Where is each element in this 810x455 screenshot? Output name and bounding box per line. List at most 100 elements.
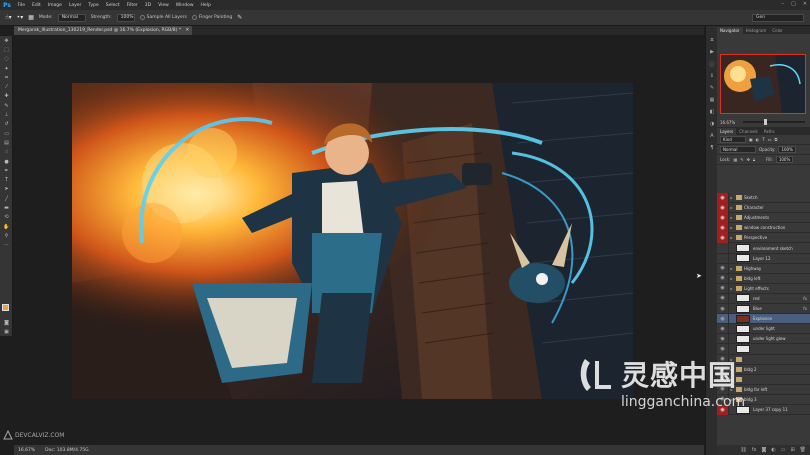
navigator-zoom-knob[interactable] xyxy=(764,119,768,125)
layer-row[interactable]: ◉ red fx xyxy=(717,293,810,305)
workspace-select[interactable]: Gen xyxy=(752,14,804,22)
lock-position-icon[interactable]: ✥ xyxy=(747,157,750,162)
path-select-tool-icon[interactable]: ➤ xyxy=(0,185,13,194)
new-adjustment-icon[interactable]: ◐ xyxy=(771,447,775,453)
filter-smart-icon[interactable]: ⧉ xyxy=(775,137,778,142)
visibility-eye-icon[interactable]: ◉ xyxy=(717,193,729,203)
quick-select-tool-icon[interactable]: ✦ xyxy=(0,64,13,73)
visibility-eye-icon[interactable]: ◉ xyxy=(717,232,729,243)
navigator-view-box[interactable] xyxy=(720,54,806,114)
expand-arrow-icon[interactable]: ▸ xyxy=(729,215,734,220)
crop-tool-icon[interactable]: ⌗ xyxy=(0,73,13,82)
menu-window[interactable]: Window xyxy=(172,3,197,8)
menu-file[interactable]: File xyxy=(14,3,29,8)
eraser-tool-icon[interactable]: ▭ xyxy=(0,129,13,138)
smudge-tool-icon[interactable]: ☝ xyxy=(0,148,13,157)
3d-tool-icon[interactable]: ⟲ xyxy=(0,213,13,222)
layer-row[interactable]: ◉ ▸ window construction xyxy=(717,222,810,234)
mode-select[interactable]: Normal xyxy=(57,13,86,22)
type-tool-icon[interactable]: T xyxy=(0,175,13,184)
lock-transparent-icon[interactable]: ▦ xyxy=(733,157,737,162)
expand-arrow-icon[interactable]: ▸ xyxy=(729,276,734,281)
filter-shape-icon[interactable]: ▭ xyxy=(768,137,772,142)
smudge-tool-preset-icon[interactable]: ☝▾ xyxy=(5,14,12,21)
pen-tool-icon[interactable]: ✒ xyxy=(0,166,13,175)
brush-preset-icon[interactable]: •▾ xyxy=(17,14,24,21)
menu-edit[interactable]: Edit xyxy=(29,3,45,8)
layer-fx-icon[interactable]: fx xyxy=(803,306,807,311)
visibility-eye-icon[interactable]: ◉ xyxy=(717,303,729,314)
eyedropper-tool-icon[interactable]: ⁄ xyxy=(0,82,13,91)
delete-layer-icon[interactable]: 🗑︎ xyxy=(800,447,806,453)
new-layer-icon[interactable]: ⊞ xyxy=(790,447,794,453)
filter-type-icon[interactable]: T xyxy=(762,137,764,142)
restore-button[interactable]: □ xyxy=(791,1,796,7)
strength-input[interactable]: 100% xyxy=(116,13,135,22)
layer-row[interactable]: ◉ under light glow xyxy=(717,333,810,345)
lock-all-icon[interactable]: 🔒︎ xyxy=(753,157,755,162)
visibility-eye-icon[interactable]: ◉ xyxy=(717,273,729,284)
foreground-color-swatch[interactable] xyxy=(2,304,9,311)
minimize-button[interactable]: – xyxy=(782,1,785,7)
tab-channels[interactable]: Channels xyxy=(736,128,761,135)
pressure-icon[interactable]: ✎ xyxy=(237,14,242,21)
visibility-eye-icon[interactable]: ◉ xyxy=(717,283,729,294)
expand-arrow-icon[interactable]: ▸ xyxy=(729,286,734,291)
layer-row[interactable]: ◉ ▸ Character xyxy=(717,202,810,214)
layer-row[interactable]: ◉ ▸ Adjustments xyxy=(717,212,810,224)
navigator-thumbnail[interactable] xyxy=(720,54,806,114)
more-tools-icon[interactable]: ⋯ xyxy=(0,241,13,250)
visibility-eye-icon[interactable]: ◉ xyxy=(717,222,729,233)
add-mask-icon[interactable]: ◙ xyxy=(761,447,766,453)
dodge-tool-icon[interactable]: ● xyxy=(0,157,13,166)
menu-filter[interactable]: Filter xyxy=(123,3,141,8)
line-tool-icon[interactable]: ╱ xyxy=(0,194,13,203)
tab-layers[interactable]: Layers xyxy=(717,128,737,135)
tab-color[interactable]: Color xyxy=(769,27,785,34)
layer-row[interactable]: ◉ ▸ bldg left xyxy=(717,273,810,284)
expand-arrow-icon[interactable]: ▸ xyxy=(729,205,734,210)
expand-arrow-icon[interactable]: ▸ xyxy=(729,235,734,240)
marquee-tool-icon[interactable]: ⬚ xyxy=(0,45,13,54)
layer-row[interactable]: ◉ under light xyxy=(717,323,810,335)
expand-arrow-icon[interactable]: ▸ xyxy=(729,225,734,230)
expand-arrow-icon[interactable]: ▸ xyxy=(729,195,734,200)
status-zoom[interactable]: 16.67% xyxy=(18,448,35,453)
tab-navigator[interactable]: Navigator xyxy=(717,27,743,34)
brush-panel-icon[interactable]: ▦ xyxy=(28,14,34,21)
rectangle-tool-icon[interactable]: ▬ xyxy=(0,203,13,212)
menu-select[interactable]: Select xyxy=(102,3,123,8)
menu-image[interactable]: Image xyxy=(44,3,65,8)
navigator-zoom-value[interactable]: 16.67% xyxy=(720,120,735,125)
brush-tool-icon[interactable]: ✎ xyxy=(0,101,13,110)
layer-row[interactable]: environment sketch xyxy=(717,243,810,254)
hand-tool-icon[interactable]: ✋ xyxy=(0,222,13,231)
layer-filter-kind[interactable]: Kind xyxy=(720,136,746,143)
illustration-canvas[interactable] xyxy=(72,83,633,399)
tab-paths[interactable]: Paths xyxy=(761,128,778,135)
sample-all-layers-option[interactable]: Sample All Layers xyxy=(139,15,187,20)
visibility-eye-icon[interactable]: ◉ xyxy=(717,313,729,324)
layer-row[interactable]: ◉ ▸ Perspective xyxy=(717,232,810,244)
finger-painting-option[interactable]: Finger Painting xyxy=(191,15,232,20)
blend-mode-select[interactable]: Normal xyxy=(720,146,756,153)
menu-help[interactable]: Help xyxy=(197,3,214,8)
visibility-eye-icon[interactable]: ◉ xyxy=(717,202,729,213)
layer-row[interactable]: Layer 12 xyxy=(717,253,810,264)
visibility-eye-icon[interactable]: ◉ xyxy=(717,212,729,223)
menu-view[interactable]: View xyxy=(155,3,173,8)
navigator-zoom-slider[interactable] xyxy=(743,119,806,125)
visibility-eye-icon[interactable] xyxy=(717,243,729,254)
visibility-eye-icon[interactable]: ◉ xyxy=(717,333,729,344)
lock-image-icon[interactable]: ✎ xyxy=(740,157,743,162)
menu-3d[interactable]: 3D xyxy=(141,3,154,8)
gradient-tool-icon[interactable]: ▤ xyxy=(0,138,13,147)
opacity-input[interactable]: 100% xyxy=(778,146,796,153)
finger-painting-checkbox[interactable] xyxy=(191,15,197,20)
menu-layer[interactable]: Layer xyxy=(65,3,85,8)
fill-input[interactable]: 100% xyxy=(775,156,794,163)
move-tool-icon[interactable]: ✥ xyxy=(0,36,13,45)
clone-stamp-tool-icon[interactable]: ⊥ xyxy=(0,110,13,119)
layer-row[interactable]: ◉ ▸ Light effects xyxy=(717,283,810,294)
quick-mask-icon[interactable]: ◙ xyxy=(0,318,13,327)
